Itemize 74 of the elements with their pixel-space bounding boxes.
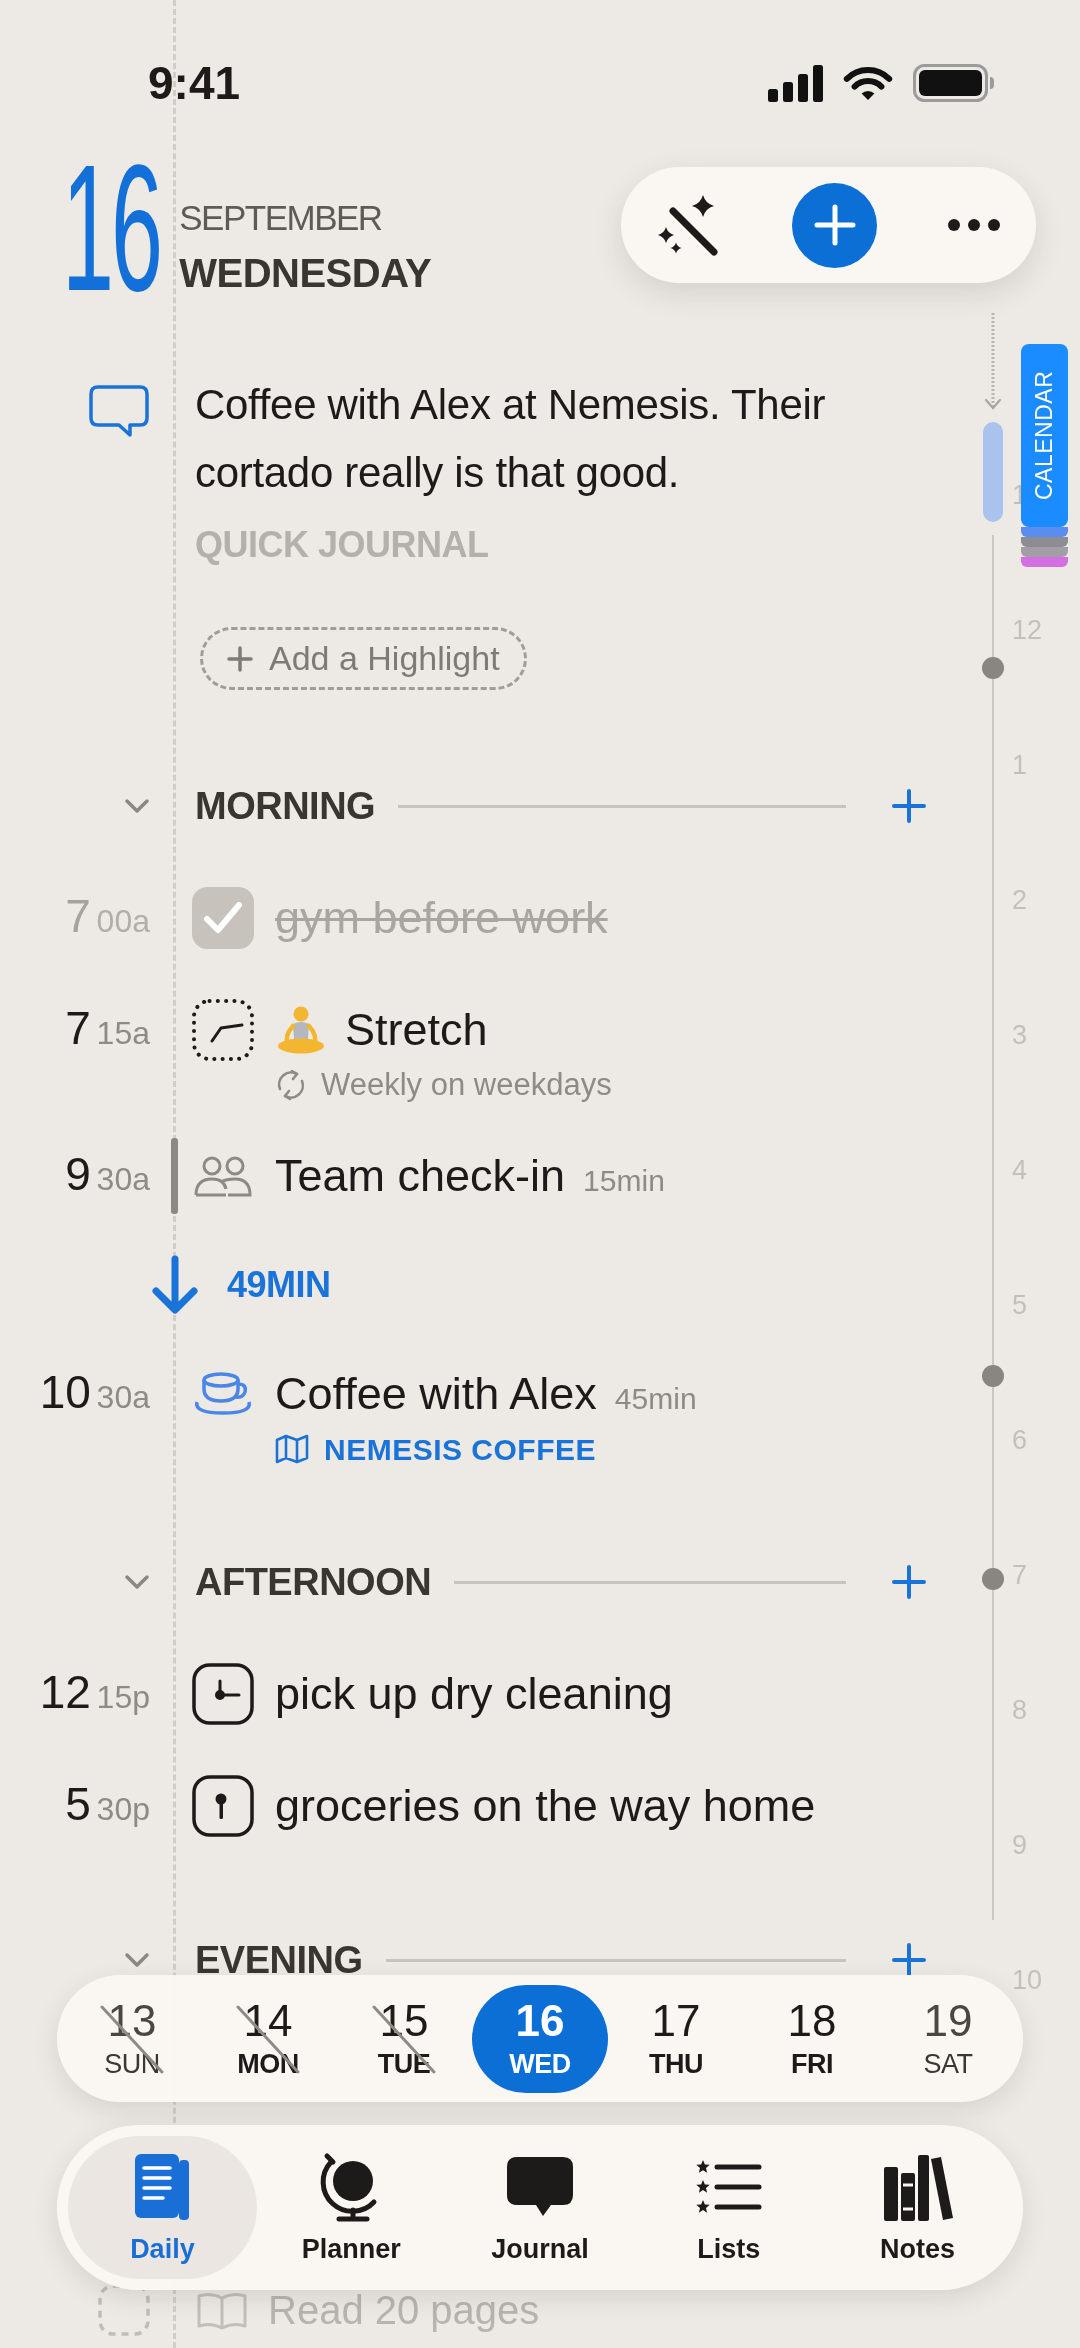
timeline-dot	[982, 657, 1004, 679]
tab[interactable]: Daily	[68, 2136, 257, 2279]
day-number: 16	[62, 158, 160, 299]
time-label: 10 30a	[39, 1366, 150, 1420]
day-button[interactable]: 13 SUN	[64, 1984, 200, 2093]
checkbox[interactable]	[192, 1663, 254, 1725]
section-title: AFTERNOON	[195, 1560, 432, 1604]
checkbox[interactable]	[192, 999, 254, 1061]
time-label: 7 00a	[65, 890, 150, 944]
checkbox[interactable]	[192, 887, 254, 949]
checkbox[interactable]	[192, 1775, 254, 1837]
battery-icon	[913, 64, 995, 102]
add-highlight-button[interactable]: Add a Highlight	[200, 627, 527, 690]
chevron-icon[interactable]	[124, 1952, 150, 1968]
day-button[interactable]: 18 FRI	[744, 1984, 880, 2093]
timeline-dot	[982, 1365, 1004, 1387]
checkmark-icon	[204, 902, 242, 933]
task-title: pick up dry cleaning	[275, 1668, 673, 1720]
month-label: SEPTEMBER	[179, 199, 383, 238]
chevron-icon[interactable]	[124, 798, 150, 814]
timeline-dot	[982, 1568, 1004, 1590]
section-title: EVENING	[195, 1938, 363, 1982]
ellipsis-icon[interactable]	[948, 219, 1000, 231]
repeat-icon	[275, 1068, 307, 1102]
checkbox[interactable]	[98, 2284, 150, 2336]
add-button[interactable]	[891, 1942, 927, 1978]
event-title: Coffee with Alex	[275, 1367, 597, 1420]
plus-icon	[891, 1942, 927, 1978]
plus-icon	[891, 788, 927, 824]
books-icon	[881, 2152, 954, 2221]
clock-time: 9:41	[148, 59, 241, 107]
tab[interactable]: Planner	[256, 2136, 446, 2279]
journal-label: QUICK JOURNAL	[195, 525, 490, 565]
location-link[interactable]: NEMESIS COFFEE	[324, 1426, 597, 1472]
day-button[interactable]: 16 WED	[472, 1984, 608, 2093]
clock-hands-icon	[215, 1679, 241, 1700]
tab[interactable]: Lists	[634, 2136, 824, 2279]
day-button[interactable]: 17 THU	[608, 1984, 744, 2093]
add-button[interactable]	[891, 1564, 927, 1600]
day-button[interactable]: 19 SAT	[880, 1984, 1016, 2093]
time-label: 5 30p	[65, 1778, 150, 1832]
signal-icon	[768, 64, 823, 102]
weekday-label: WEDNESDAY	[179, 251, 432, 296]
time-label: 12 15p	[39, 1666, 150, 1720]
speech-bubble-icon	[88, 384, 150, 438]
clock-hands-icon	[210, 1023, 244, 1043]
event-title: Team check-in	[275, 1149, 566, 1202]
document-icon	[133, 2151, 192, 2222]
wifi-icon	[842, 64, 894, 102]
time-until-label: 49MIN	[227, 1263, 331, 1307]
plus-icon	[227, 645, 253, 672]
repeat-label: Weekly on weekdays	[321, 1065, 612, 1104]
pin-icon	[215, 1793, 227, 1819]
task-title: Stretch	[345, 1004, 488, 1056]
plus-icon	[891, 1564, 927, 1600]
section-title: MORNING	[195, 784, 376, 828]
tab[interactable]: Notes	[823, 2136, 1012, 2279]
duration-label: 45min	[614, 1380, 697, 1417]
chevron-icon[interactable]	[124, 1574, 150, 1590]
plus-icon	[813, 204, 856, 246]
tab[interactable]: Journal	[445, 2136, 635, 2279]
time-label: 9 30a	[65, 1148, 150, 1202]
add-button[interactable]	[891, 788, 927, 824]
task-title: groceries on the way home	[275, 1780, 816, 1832]
journal-entry: Coffee with Alex at Nemesis. Their cortado really is that good.	[195, 380, 827, 498]
down-arrow-icon	[150, 1255, 200, 1315]
duration-label: 15min	[583, 1162, 665, 1199]
meditating-figure-icon	[275, 1005, 327, 1055]
map-icon	[275, 1434, 309, 1464]
task-title: gym before work	[275, 892, 608, 944]
time-label: 7 15a	[65, 1002, 150, 1056]
scroll-thumb[interactable]	[983, 422, 1003, 522]
day-button[interactable]: 15 TUE	[336, 1984, 472, 2093]
open-book-icon	[196, 2290, 248, 2330]
